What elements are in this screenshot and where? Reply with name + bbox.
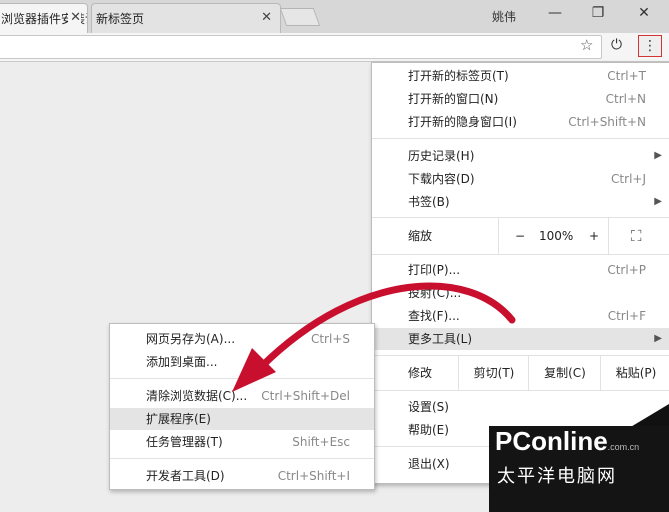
watermark-domain: .com.cn xyxy=(607,442,640,452)
menu-separator xyxy=(110,458,374,459)
new-tab-button[interactable] xyxy=(279,8,321,26)
maximize-icon[interactable]: ❐ xyxy=(588,5,608,21)
tab-plugin-install[interactable]: 浏览器插件安装说 ✕ xyxy=(0,3,88,33)
menu-item-incognito[interactable]: 打开新的隐身窗口(I) Ctrl+Shift+N xyxy=(372,111,669,133)
submenu-item-devtools[interactable]: 开发者工具(D) Ctrl+Shift+I xyxy=(110,465,374,487)
toolbar: ☆ ⏻ ⋮ xyxy=(0,33,669,62)
menu-separator xyxy=(372,254,669,255)
zoom-label: 缩放 xyxy=(408,229,433,243)
submenu-arrow-icon: ▶ xyxy=(654,333,662,344)
fullscreen-icon[interactable]: ⛶ xyxy=(631,218,642,254)
minimize-icon[interactable]: — xyxy=(545,5,565,21)
zoom-out-button[interactable]: − xyxy=(515,218,525,254)
watermark-cn: 太平洋电脑网 xyxy=(497,466,617,487)
submenu-item-clear-data[interactable]: 清除浏览数据(C)... Ctrl+Shift+Del xyxy=(110,385,374,407)
submenu-arrow-icon: ▶ xyxy=(654,150,662,161)
address-bar[interactable] xyxy=(0,35,602,59)
tab-close-icon[interactable]: ✕ xyxy=(68,10,81,25)
menu-zoom-row: 缩放 − 100% + ⛶ xyxy=(372,218,669,254)
menu-separator xyxy=(372,138,669,139)
menu-item-more-tools[interactable]: 更多工具(L) ▶ xyxy=(372,328,669,350)
bookmark-star-icon[interactable]: ☆ xyxy=(580,36,593,54)
menu-item-new-window[interactable]: 打开新的窗口(N) Ctrl+N xyxy=(372,88,669,110)
menu-item-history[interactable]: 历史记录(H) ▶ xyxy=(372,145,669,167)
title-bar: 浏览器插件安装说 ✕ 新标签页 ✕ 姚伟 — ❐ ✕ xyxy=(0,0,669,33)
copy-button[interactable]: 复制(C) xyxy=(528,356,601,390)
tab-new-tab[interactable]: 新标签页 ✕ xyxy=(91,3,281,33)
paste-button[interactable]: 粘贴(P) xyxy=(600,356,669,390)
more-tools-submenu: 网页另存为(A)... Ctrl+S 添加到桌面... 清除浏览数据(C)...… xyxy=(109,323,375,490)
watermark-text: PConline.com.cn 太平洋电脑网 xyxy=(489,426,669,512)
zoom-value: 100% xyxy=(539,229,574,243)
submenu-item-task-manager[interactable]: 任务管理器(T) Shift+Esc xyxy=(110,431,374,453)
zoom-controls: − 100% + xyxy=(498,218,609,254)
submenu-arrow-icon: ▶ xyxy=(654,196,662,207)
menu-item-downloads[interactable]: 下载内容(D) Ctrl+J xyxy=(372,168,669,190)
submenu-item-extensions[interactable]: 扩展程序(E) xyxy=(110,408,374,430)
menu-item-new-tab[interactable]: 打开新的标签页(T) Ctrl+T xyxy=(372,65,669,87)
menu-separator xyxy=(372,390,669,391)
close-window-icon[interactable]: ✕ xyxy=(634,5,654,21)
menu-edit-row: 修改 剪切(T) 复制(C) 粘贴(P) xyxy=(372,356,669,390)
menu-item-cast[interactable]: 投射(C)... xyxy=(372,282,669,304)
profile-name[interactable]: 姚伟 xyxy=(492,8,516,25)
extension-power-icon[interactable]: ⏻ xyxy=(611,37,622,53)
submenu-item-save-page[interactable]: 网页另存为(A)... Ctrl+S xyxy=(110,328,374,350)
submenu-item-add-to-desktop[interactable]: 添加到桌面... xyxy=(110,351,374,373)
watermark-brand: PConline xyxy=(495,426,608,456)
menu-item-bookmarks[interactable]: 书签(B) ▶ xyxy=(372,191,669,213)
menu-separator xyxy=(110,378,374,379)
menu-item-print[interactable]: 打印(P)... Ctrl+P xyxy=(372,259,669,281)
cut-button[interactable]: 剪切(T) xyxy=(458,356,529,390)
chrome-menu-button[interactable]: ⋮ xyxy=(638,35,662,57)
tab-close-icon[interactable]: ✕ xyxy=(261,10,272,25)
edit-label: 修改 xyxy=(408,366,433,380)
tab-title: 新标签页 xyxy=(96,12,145,26)
menu-item-find[interactable]: 查找(F)... Ctrl+F xyxy=(372,305,669,327)
fullscreen-cell: ⛶ xyxy=(608,218,669,254)
zoom-in-button[interactable]: + xyxy=(589,218,599,254)
